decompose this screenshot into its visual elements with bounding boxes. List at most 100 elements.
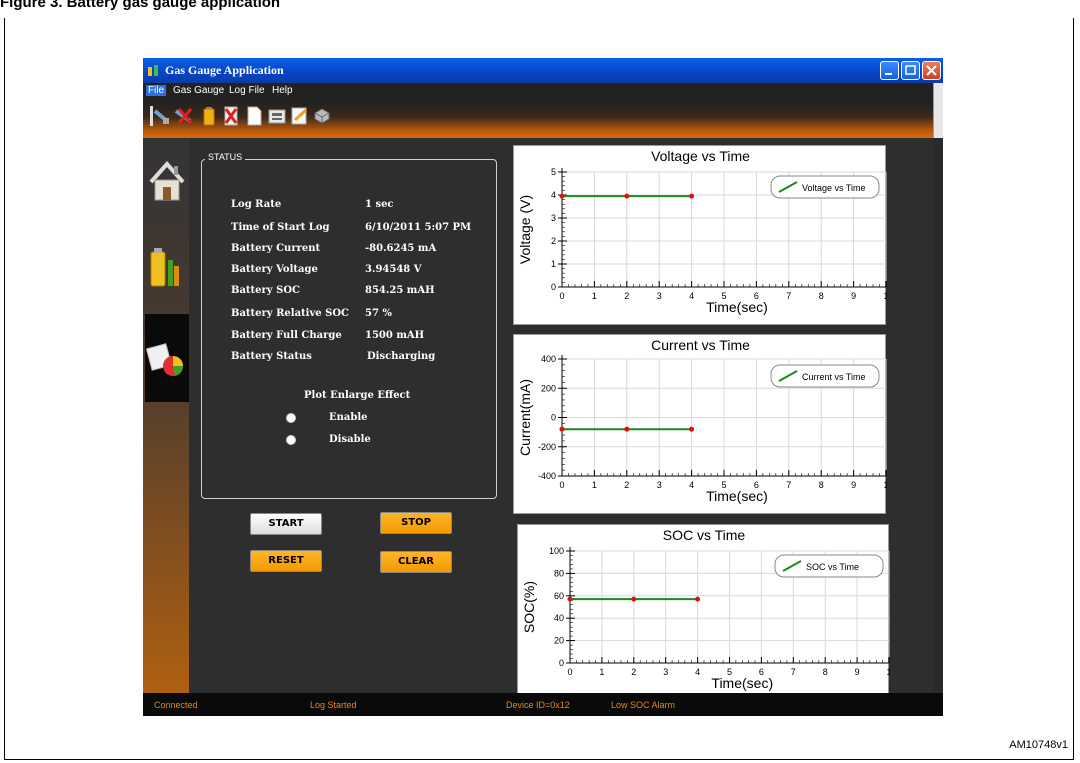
log-rate-value: 1 sec	[365, 199, 394, 210]
menu-gas-gauge[interactable]: Gas Gauge	[171, 85, 226, 96]
minimize-button[interactable]	[880, 61, 899, 80]
chart-icon	[145, 343, 184, 376]
x-tick-label: 4	[695, 667, 700, 677]
data-point	[624, 426, 630, 432]
stop-button[interactable]: STOP	[380, 512, 452, 534]
y-tick-label: 200	[541, 383, 556, 393]
battery-relative-soc-label: Battery Relative SOC	[231, 308, 350, 319]
battery-full-charge-value: 1500 mAH	[365, 330, 425, 341]
y-tick-label: -400	[538, 471, 556, 481]
x-tick-label: 0	[567, 667, 572, 677]
sidebar	[143, 138, 189, 693]
x-tick-label: 7	[786, 291, 791, 301]
app-icon	[148, 65, 158, 76]
disconnect-icon[interactable]	[173, 105, 195, 127]
x-tick-label: 8	[819, 291, 824, 301]
y-tick-label: 2	[551, 236, 556, 246]
data-point	[624, 193, 630, 199]
battery-full-charge-label: Battery Full Charge	[231, 330, 342, 341]
voltage-chart: Voltage vs Time 0 1 2 3 4 5 6 7 8 9 1 0 1 2 3 4 5 Time(sec…	[513, 145, 887, 325]
enable-radio[interactable]	[286, 413, 296, 423]
status-legend: STATUS	[205, 152, 246, 162]
battery-level-icon	[150, 248, 179, 287]
menu-log-file[interactable]: Log File	[227, 85, 267, 96]
current-chart: Current vs Time 0 1 2 3 4 5 6 7 8 9 1 -400 -200 0 200 40…	[513, 334, 887, 514]
window-title: Gas Gauge Application	[165, 63, 284, 77]
chip-icon[interactable]	[311, 105, 333, 127]
disable-radio[interactable]	[286, 435, 296, 445]
disable-label: Disable	[329, 434, 371, 445]
chart-title: Voltage vs Time	[651, 148, 750, 164]
x-axis-label: Time(sec)	[706, 488, 768, 504]
chart-title: SOC vs Time	[663, 527, 746, 543]
remove-icon[interactable]	[220, 105, 242, 127]
sidebar-battery-button[interactable]	[145, 226, 189, 314]
y-tick-label: 4	[551, 190, 556, 200]
home-icon	[149, 160, 185, 201]
y-tick-label: 80	[554, 568, 564, 578]
data-point	[695, 596, 701, 602]
sidebar-home-button[interactable]	[145, 138, 189, 226]
menu-help[interactable]: Help	[270, 85, 295, 96]
start-button[interactable]: START	[250, 513, 322, 535]
device-id: Device ID=0x12	[506, 700, 570, 710]
figure-title: Figure 3. Battery gas gauge application	[0, 0, 281, 11]
maximize-button[interactable]	[901, 61, 920, 80]
soc-chart-plot: SOC vs Time0 1 2 3 4 5 6 7 8 9 1020406080100Time(s…	[521, 527, 890, 691]
legend-label: SOC vs Time	[806, 562, 859, 572]
current-chart-plot: Current vs Time0 1 2 3 4 5 6 7 8 9 1-400-200020040…	[517, 337, 887, 504]
y-axis-label: SOC(%)	[521, 581, 537, 633]
chart-title: Current vs Time	[651, 337, 750, 353]
battery-current-label: Battery Current	[231, 243, 321, 254]
clear-button[interactable]: CLEAR	[380, 551, 452, 573]
battery-relative-soc-value: 57 %	[365, 308, 392, 319]
y-tick-label: 0	[551, 282, 556, 292]
x-tick-label: 4	[689, 480, 694, 490]
data-point	[689, 193, 695, 199]
data-point	[559, 426, 565, 432]
menu-file[interactable]: File	[146, 85, 167, 96]
battery-soc-value: 854.25 mAH	[365, 285, 435, 296]
edit-icon[interactable]	[289, 105, 311, 127]
x-tick-label: 9	[851, 291, 856, 301]
x-tick-label: 3	[657, 480, 662, 490]
battery-icon[interactable]	[198, 105, 220, 127]
y-tick-label: 100	[549, 546, 564, 556]
x-tick-label: 3	[657, 291, 662, 301]
x-tick-label: 1	[886, 667, 890, 677]
battery-soc-label: Battery SOC	[231, 285, 300, 296]
x-tick-label: 2	[631, 667, 636, 677]
toolbar	[143, 100, 933, 138]
x-tick-label: 7	[791, 667, 796, 677]
minimize-icon	[885, 73, 892, 75]
close-button[interactable]	[922, 61, 941, 80]
x-tick-label: 2	[624, 480, 629, 490]
y-tick-label: -200	[538, 442, 556, 452]
x-axis-label: Time(sec)	[706, 299, 768, 315]
y-tick-label: 40	[554, 613, 564, 623]
y-tick-label: 1	[551, 259, 556, 269]
x-tick-label: 8	[819, 480, 824, 490]
y-tick-label: 0	[559, 658, 564, 668]
x-tick-label: 2	[624, 291, 629, 301]
save-icon[interactable]	[266, 105, 288, 127]
main-content: STATUS Log Rate 1 sec Time of Start Log …	[189, 138, 933, 695]
window-scrollbar[interactable]	[933, 83, 943, 138]
soc-chart: SOC vs Time 0 1 2 3 4 5 6 7 8 9 1 0 20 40 60 80 100 Time(s…	[517, 524, 890, 695]
new-file-icon[interactable]	[243, 105, 265, 127]
voltage-chart-plot: Voltage vs Time0 1 2 3 4 5 6 7 8 9 1012345Time(sec…	[517, 148, 887, 315]
title-bar: Gas Gauge Application	[143, 58, 943, 83]
sidebar-chart-button[interactable]	[145, 314, 189, 402]
battery-status-value: Discharging	[367, 351, 436, 362]
connection-status: Connected	[154, 700, 198, 710]
data-point	[567, 596, 573, 602]
close-icon	[926, 65, 937, 76]
y-axis-label: Current(mA)	[517, 379, 533, 456]
data-point	[559, 193, 565, 199]
x-tick-label: 3	[663, 667, 668, 677]
x-tick-label: 4	[689, 291, 694, 301]
connect-icon[interactable]	[149, 105, 171, 127]
reset-button[interactable]: RESET	[250, 550, 322, 572]
y-tick-label: 0	[551, 413, 556, 423]
y-tick-label: 5	[551, 167, 556, 177]
